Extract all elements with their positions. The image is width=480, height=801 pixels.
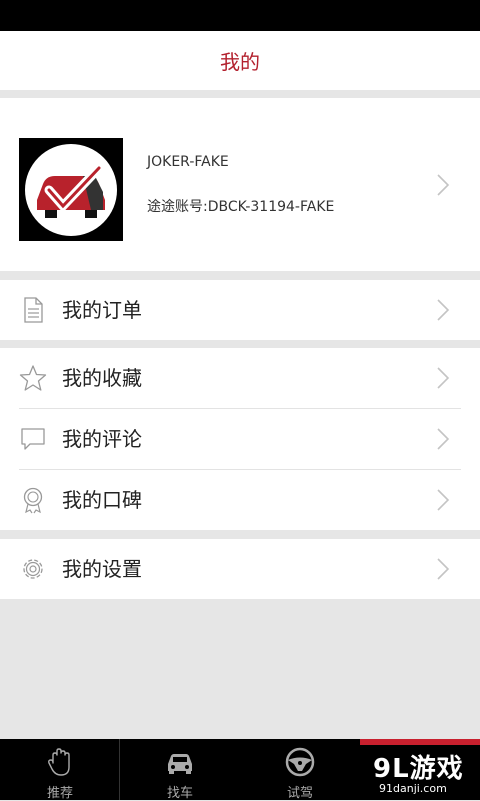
menu-item-label: 我的评论 bbox=[62, 427, 142, 451]
watermark-brand: 9L游戏 bbox=[373, 754, 464, 784]
tab-label: 推荐 bbox=[46, 786, 73, 801]
menu-item-settings[interactable]: 我的设置 bbox=[0, 539, 480, 599]
profile-card[interactable]: JOKER-FAKE 途途账号:DBCK-31194-FAKE bbox=[0, 98, 480, 271]
chevron-right-icon bbox=[437, 299, 450, 321]
car-check-logo-icon bbox=[25, 144, 117, 236]
watermark-site: 91danji.com bbox=[379, 782, 447, 795]
menu-item-label: 我的收藏 bbox=[62, 366, 142, 390]
car-icon bbox=[168, 754, 192, 774]
chevron-right-icon bbox=[437, 428, 450, 450]
user-name: JOKER-FAKE bbox=[147, 154, 229, 170]
menu-item-orders[interactable]: 我的订单 bbox=[0, 280, 480, 340]
orders-group: 我的订单 bbox=[0, 280, 480, 340]
user-account: 途途账号:DBCK-31194-FAKE bbox=[147, 199, 335, 215]
menu-item-favorites[interactable]: 我的收藏 bbox=[0, 348, 480, 408]
chevron-right-icon bbox=[437, 558, 450, 580]
tab-find-car[interactable]: 找车 bbox=[120, 739, 240, 801]
avatar bbox=[19, 138, 123, 241]
tab-recommend[interactable]: 推荐 bbox=[0, 739, 120, 801]
activity-group: 我的收藏 我的评论 我的口碑 bbox=[0, 348, 480, 530]
menu-item-label: 我的设置 bbox=[62, 557, 142, 581]
menu-item-label: 我的订单 bbox=[62, 298, 142, 322]
active-tab-indicator bbox=[360, 739, 480, 745]
document-icon bbox=[24, 297, 43, 323]
page-title: 我的 bbox=[220, 50, 260, 74]
menu-item-comments[interactable]: 我的评论 bbox=[0, 409, 480, 469]
watermark-logo: 9L游戏 91danji.com bbox=[373, 748, 473, 798]
chevron-right-icon bbox=[437, 489, 450, 511]
tab-label: 找车 bbox=[166, 786, 193, 801]
chevron-right-icon bbox=[437, 367, 450, 389]
steering-wheel-icon bbox=[285, 747, 315, 777]
chevron-right-icon bbox=[437, 174, 450, 196]
menu-item-reputation[interactable]: 我的口碑 bbox=[0, 470, 480, 530]
menu-item-label: 我的口碑 bbox=[62, 488, 142, 512]
settings-group: 我的设置 bbox=[0, 539, 480, 599]
star-icon bbox=[19, 365, 47, 391]
award-badge-icon bbox=[23, 487, 43, 514]
status-bar bbox=[0, 0, 480, 31]
hand-icon bbox=[48, 748, 70, 776]
header-bar: 我的 bbox=[0, 31, 480, 90]
tab-label: 试驾 bbox=[286, 786, 313, 801]
tab-test-drive[interactable]: 试驾 bbox=[240, 739, 360, 801]
comment-icon bbox=[21, 428, 45, 450]
gear-icon bbox=[23, 559, 43, 579]
